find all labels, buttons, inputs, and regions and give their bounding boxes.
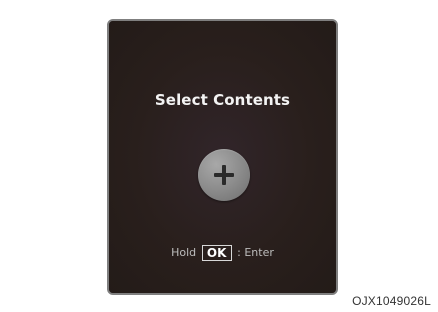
- hint-suffix: : Enter: [237, 246, 274, 259]
- hint-prefix: Hold: [171, 246, 197, 259]
- display-screen: Select Contents Hold OK : Enter: [107, 19, 338, 295]
- select-contents-title: Select Contents: [154, 91, 291, 109]
- image-code-caption: OJX1049026L: [352, 294, 431, 308]
- add-content-button[interactable]: [198, 149, 250, 201]
- ok-key-label: OK: [201, 245, 232, 261]
- plus-icon: [214, 165, 234, 185]
- page: Select Contents Hold OK : Enter OJX10490…: [0, 0, 438, 312]
- hold-ok-enter-hint: Hold OK : Enter: [109, 245, 336, 261]
